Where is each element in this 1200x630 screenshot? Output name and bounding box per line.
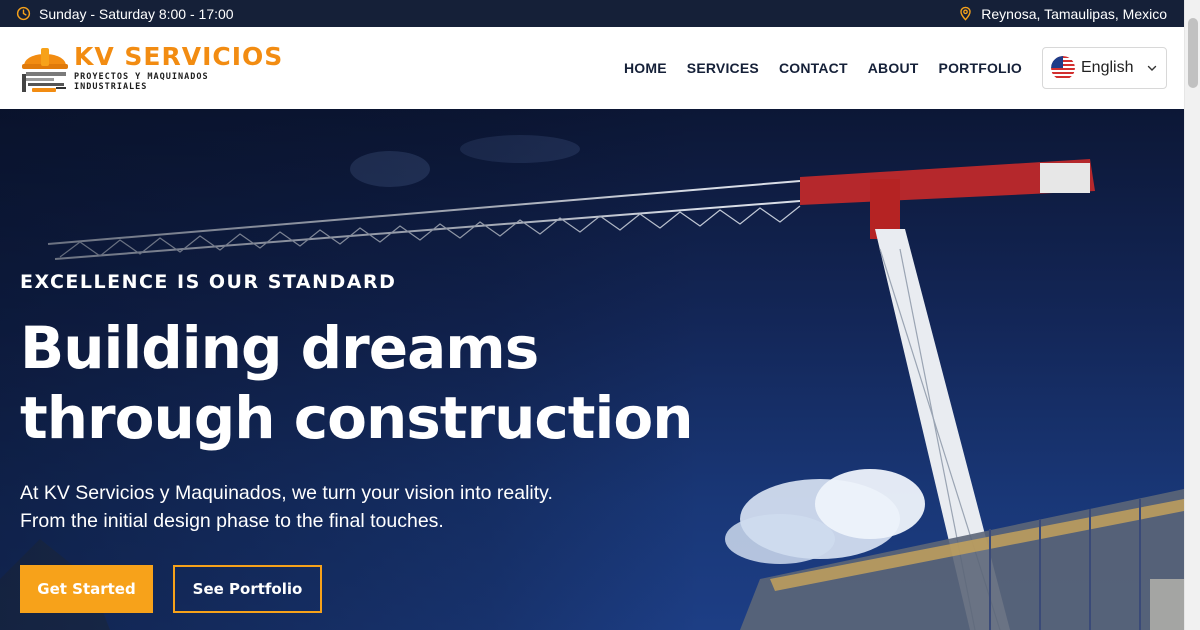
hours-info: Sunday - Saturday 8:00 - 17:00 [16,6,234,22]
scrollbar-thumb[interactable] [1188,18,1198,88]
nav-services[interactable]: SERVICES [687,60,759,76]
location-info: Reynosa, Tamaulipas, Mexico [958,6,1167,22]
hero-content: EXCELLENCE IS OUR STANDARD Building drea… [20,271,700,613]
hero-description: At KV Servicios y Maquinados, we turn yo… [20,482,553,532]
nav-about[interactable]: ABOUT [868,60,919,76]
hero-headline-line2: through construction [20,384,694,452]
hero-buttons: Get Started See Portfolio [20,565,700,613]
nav-portfolio[interactable]: PORTFOLIO [939,60,1022,76]
top-info-bar: Sunday - Saturday 8:00 - 17:00 Reynosa, … [0,0,1184,27]
location-text: Reynosa, Tamaulipas, Mexico [981,5,1167,22]
logo-subtitle-line1: PROYECTOS Y MAQUINADOS [74,72,209,82]
us-flag-icon [1051,56,1075,80]
page-scrollbar[interactable] [1184,0,1200,630]
hard-hat-tools-icon [22,48,68,92]
clock-icon [16,6,31,21]
nav-contact[interactable]: CONTACT [779,60,848,76]
hero-headline-line1: Building dreams [20,314,539,382]
see-portfolio-button[interactable]: See Portfolio [173,565,322,613]
chevron-down-icon [1147,65,1157,71]
language-selector[interactable]: English [1042,47,1167,89]
hero-headline: Building dreams through construction [20,313,700,453]
site-header: KV SERVICIOS PROYECTOS Y MAQUINADOS INDU… [0,27,1184,109]
hours-text: Sunday - Saturday 8:00 - 17:00 [39,5,234,22]
map-pin-icon [960,6,971,21]
logo-title: KV SERVICIOS [74,42,284,71]
site-logo[interactable]: KV SERVICIOS PROYECTOS Y MAQUINADOS INDU… [20,40,283,96]
logo-subtitle-line2: INDUSTRIALES [74,82,148,92]
language-label: English [1081,59,1134,76]
hero-eyebrow: EXCELLENCE IS OUR STANDARD [20,271,397,293]
hero-section: EXCELLENCE IS OUR STANDARD Building drea… [0,109,1184,630]
main-nav: HOME SERVICES CONTACT ABOUT PORTFOLIO En… [604,47,1167,89]
get-started-button[interactable]: Get Started [20,565,153,613]
nav-home[interactable]: HOME [624,60,667,76]
